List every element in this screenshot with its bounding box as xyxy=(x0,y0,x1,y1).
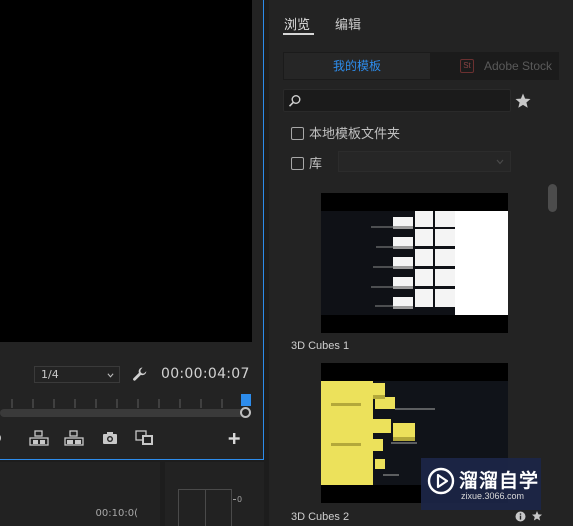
program-monitor-video[interactable] xyxy=(0,0,252,342)
playhead-timecode[interactable]: 00:00:04:07 xyxy=(161,366,250,382)
tab-browse[interactable]: 浏览 xyxy=(284,14,310,33)
local-templates-folder-label: 本地模板文件夹 xyxy=(309,127,401,142)
play-logo-icon xyxy=(427,467,455,495)
chevron-down-icon xyxy=(496,159,504,165)
camera-icon[interactable] xyxy=(102,430,118,446)
template-list-scrollbar[interactable] xyxy=(548,184,557,212)
zoom-level-value: 1/4 xyxy=(41,368,59,381)
star-icon[interactable] xyxy=(531,510,543,522)
template-source-switch: 我的模板 St Adobe Stock xyxy=(283,52,559,80)
local-templates-folder-option[interactable]: 本地模板文件夹 xyxy=(291,123,400,142)
chevron-down-icon xyxy=(107,373,114,378)
template-name-3d-cubes-2: 3D Cubes 2 xyxy=(291,511,350,523)
audio-meter xyxy=(178,489,232,526)
program-monitor-panel: 1/4 00:00:04:07 xyxy=(0,0,264,460)
template-thumbnail-3d-cubes-1[interactable] xyxy=(321,193,508,333)
extract-icon[interactable] xyxy=(64,430,84,446)
info-icon[interactable] xyxy=(515,511,526,522)
timeline-time-label: 00:10:0( xyxy=(95,508,138,519)
time-ruler[interactable] xyxy=(0,396,248,408)
search-icon xyxy=(288,95,301,107)
watermark-title: 溜溜自学 xyxy=(459,470,540,492)
tab-edit[interactable]: 编辑 xyxy=(335,14,361,33)
meter-zero-label: 0 xyxy=(237,495,243,504)
template-search-input[interactable] xyxy=(283,89,511,112)
plus-icon[interactable] xyxy=(227,430,241,446)
wrench-icon[interactable] xyxy=(132,366,148,382)
library-select[interactable] xyxy=(338,151,511,172)
zoom-level-select[interactable]: 1/4 xyxy=(34,366,120,383)
transport-controls xyxy=(0,430,260,450)
adobe-stock-button[interactable]: St Adobe Stock xyxy=(430,53,560,79)
settings-icon[interactable] xyxy=(0,430,4,446)
library-option[interactable]: 库 xyxy=(291,153,322,172)
audio-meter-panel: 0 xyxy=(165,462,264,526)
zoom-scroll-handle[interactable] xyxy=(240,407,251,418)
star-icon[interactable] xyxy=(514,92,532,110)
essential-graphics-panel: 浏览 编辑 我的模板 St Adobe Stock 本地模板文件夹 库 3D C… xyxy=(269,0,573,526)
local-templates-folder-checkbox[interactable] xyxy=(291,127,304,140)
timeline-strip: 00:10:0( 0 xyxy=(0,462,264,526)
meter-tick xyxy=(233,499,236,500)
library-label: 库 xyxy=(309,157,323,172)
playhead-marker[interactable] xyxy=(241,394,251,406)
zoom-scroll-bar[interactable] xyxy=(0,409,244,417)
watermark-subtitle: zixue.3066.com xyxy=(461,491,525,501)
watermark: 溜溜自学 zixue.3066.com xyxy=(421,458,541,510)
template-name-3d-cubes-1: 3D Cubes 1 xyxy=(291,340,350,352)
adobe-stock-icon: St xyxy=(460,59,474,73)
adobe-stock-label: Adobe Stock xyxy=(484,59,553,73)
my-templates-button[interactable]: 我的模板 xyxy=(284,53,430,79)
library-checkbox[interactable] xyxy=(291,157,304,170)
active-tab-indicator xyxy=(283,33,314,35)
comparison-view-icon[interactable] xyxy=(135,430,155,446)
lift-icon[interactable] xyxy=(29,430,49,446)
timeline-panel[interactable]: 00:10:0( xyxy=(0,462,160,526)
3d-cubes-1-preview xyxy=(321,193,508,333)
